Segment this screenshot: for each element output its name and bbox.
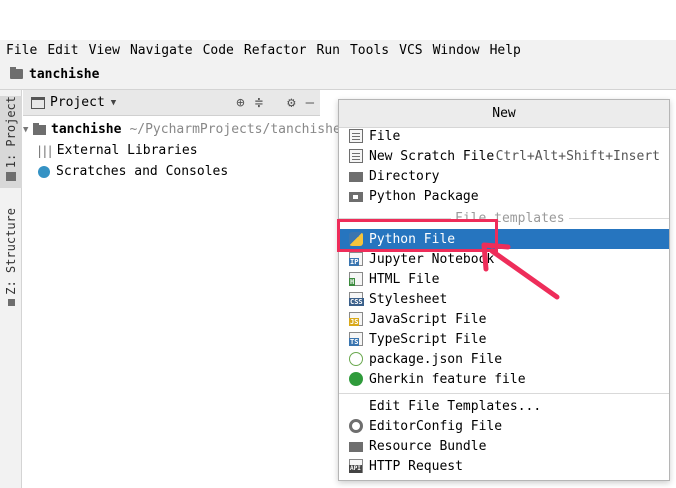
menu-item-label: TypeScript File — [369, 331, 487, 347]
jupyter-icon: IP — [349, 252, 363, 266]
file-icon — [349, 129, 363, 143]
badge-text: JS — [349, 318, 360, 326]
menu-run[interactable]: Run — [311, 43, 344, 58]
menu-item-typescript-file[interactable]: TS TypeScript File — [339, 329, 669, 349]
tree-root-path: ~/PycharmProjects/tanchishe — [129, 122, 341, 137]
structure-icon — [7, 298, 15, 306]
annotation-arrow-icon — [481, 242, 560, 300]
folder-icon — [10, 66, 23, 79]
library-icon: ||| — [36, 143, 54, 158]
badge-text: IP — [349, 258, 360, 266]
project-view-selector[interactable]: Project — [50, 95, 105, 110]
minimize-icon[interactable]: — — [306, 95, 314, 111]
api-icon: API — [349, 459, 363, 473]
nodejs-icon — [349, 352, 363, 366]
badge-text: TS — [349, 338, 360, 346]
menu-item-label: HTML File — [369, 271, 440, 287]
tab-structure[interactable]: Z: Structure — [0, 208, 22, 318]
css-icon: CSS — [349, 292, 364, 306]
menu-item-label: Python File — [369, 231, 456, 247]
menu-item-label: Resource Bundle — [369, 438, 487, 454]
tree-item-label: Scratches and Consoles — [56, 164, 229, 179]
menu-item-resource-bundle[interactable]: Resource Bundle — [339, 436, 669, 456]
badge-text: H — [349, 278, 356, 286]
resource-bundle-icon — [349, 442, 363, 452]
badge-text: CSS — [349, 298, 364, 306]
folder-icon — [33, 122, 46, 135]
menu-item-label: package.json File — [369, 351, 503, 367]
locate-icon[interactable]: ⊕ — [236, 95, 244, 111]
menu-item-python-package[interactable]: Python Package — [339, 186, 669, 206]
tree-root-label: tanchishe — [51, 122, 122, 137]
window-icon — [31, 96, 45, 109]
menu-edit[interactable]: Edit — [41, 43, 82, 58]
menu-item-label: Stylesheet — [369, 291, 448, 307]
menu-item-label: EditorConfig File — [369, 418, 503, 434]
project-tree: ▼ tanchishe ~/PycharmProjects/tanchishe … — [23, 117, 341, 488]
tab-structure-label: Z: Structure — [4, 208, 18, 295]
menu-navigate[interactable]: Navigate — [124, 43, 197, 58]
folder-icon — [349, 172, 363, 182]
menu-item-label: JavaScript File — [369, 311, 487, 327]
tree-item-external-libraries[interactable]: ||| External Libraries — [36, 140, 198, 161]
python-icon — [349, 232, 363, 246]
menu-window[interactable]: Window — [427, 43, 484, 58]
menu-bar: File Edit View Navigate Code Refactor Ru… — [0, 40, 676, 60]
tree-item-scratches[interactable]: Scratches and Consoles — [38, 161, 228, 182]
project-panel-header: Project ▼ ⊕ ≑ ⚙ — — [23, 90, 320, 116]
navigation-bar: tanchishe — [0, 60, 676, 90]
menu-item-directory[interactable]: Directory — [339, 166, 669, 186]
blank-icon — [349, 399, 363, 413]
left-tool-stripe: 1: Project Z: Structure — [0, 90, 22, 488]
chevron-down-icon[interactable]: ▼ — [111, 98, 116, 108]
menu-item-label: Edit File Templates... — [369, 398, 542, 414]
menu-item-label: File — [369, 128, 401, 144]
menu-view[interactable]: View — [83, 43, 124, 58]
section-file-templates: File templates — [339, 208, 669, 228]
ts-icon: TS — [349, 332, 363, 346]
menu-item-label: HTTP Request — [369, 458, 463, 474]
menu-code[interactable]: Code — [197, 43, 238, 58]
menu-item-label: Directory — [369, 168, 440, 184]
tab-project[interactable]: 1: Project — [0, 96, 22, 188]
breadcrumb-project[interactable]: tanchishe — [29, 67, 99, 82]
tree-item-label: External Libraries — [56, 143, 198, 158]
separator — [339, 393, 669, 394]
js-icon: JS — [349, 312, 363, 326]
menu-item-file[interactable]: File — [339, 126, 669, 146]
popup-title: New — [339, 100, 669, 128]
tab-project-label: 1: Project — [4, 96, 18, 169]
menu-item-edit-file-templates[interactable]: Edit File Templates... — [339, 396, 669, 416]
menu-item-label: Python Package — [369, 188, 479, 204]
menu-vcs[interactable]: VCS — [393, 43, 426, 58]
package-icon — [349, 192, 363, 202]
badge-text: API — [349, 465, 362, 473]
gherkin-icon — [349, 372, 363, 386]
menu-tools[interactable]: Tools — [344, 43, 393, 58]
shortcut-label: Ctrl+Alt+Shift+Insert — [495, 148, 660, 164]
folder-icon — [6, 172, 16, 182]
menu-item-label: New Scratch File — [369, 148, 495, 164]
menu-item-javascript-file[interactable]: JS JavaScript File — [339, 309, 669, 329]
chevron-down-icon[interactable]: ▼ — [23, 125, 33, 135]
tree-item-root[interactable]: ▼ tanchishe ~/PycharmProjects/tanchishe — [23, 119, 341, 140]
collapse-all-icon[interactable]: ≑ — [255, 95, 263, 111]
scratch-file-icon — [349, 149, 363, 163]
menu-item-gherkin-feature-file[interactable]: Gherkin feature file — [339, 369, 669, 389]
menu-file[interactable]: File — [0, 43, 41, 58]
menu-item-http-request[interactable]: API HTTP Request — [339, 456, 669, 476]
html-icon: H — [349, 272, 363, 286]
gear-icon[interactable]: ⚙ — [287, 95, 295, 111]
menu-item-package-json[interactable]: package.json File — [339, 349, 669, 369]
menu-item-new-scratch-file[interactable]: New Scratch File Ctrl+Alt+Shift+Insert — [339, 146, 669, 166]
gear-icon — [349, 419, 363, 433]
menu-item-label: Gherkin feature file — [369, 371, 526, 387]
menu-item-editorconfig-file[interactable]: EditorConfig File — [339, 416, 669, 436]
section-label: File templates — [455, 210, 565, 226]
scratches-icon — [38, 165, 50, 178]
menu-help[interactable]: Help — [484, 43, 525, 58]
menu-refactor[interactable]: Refactor — [238, 43, 311, 58]
